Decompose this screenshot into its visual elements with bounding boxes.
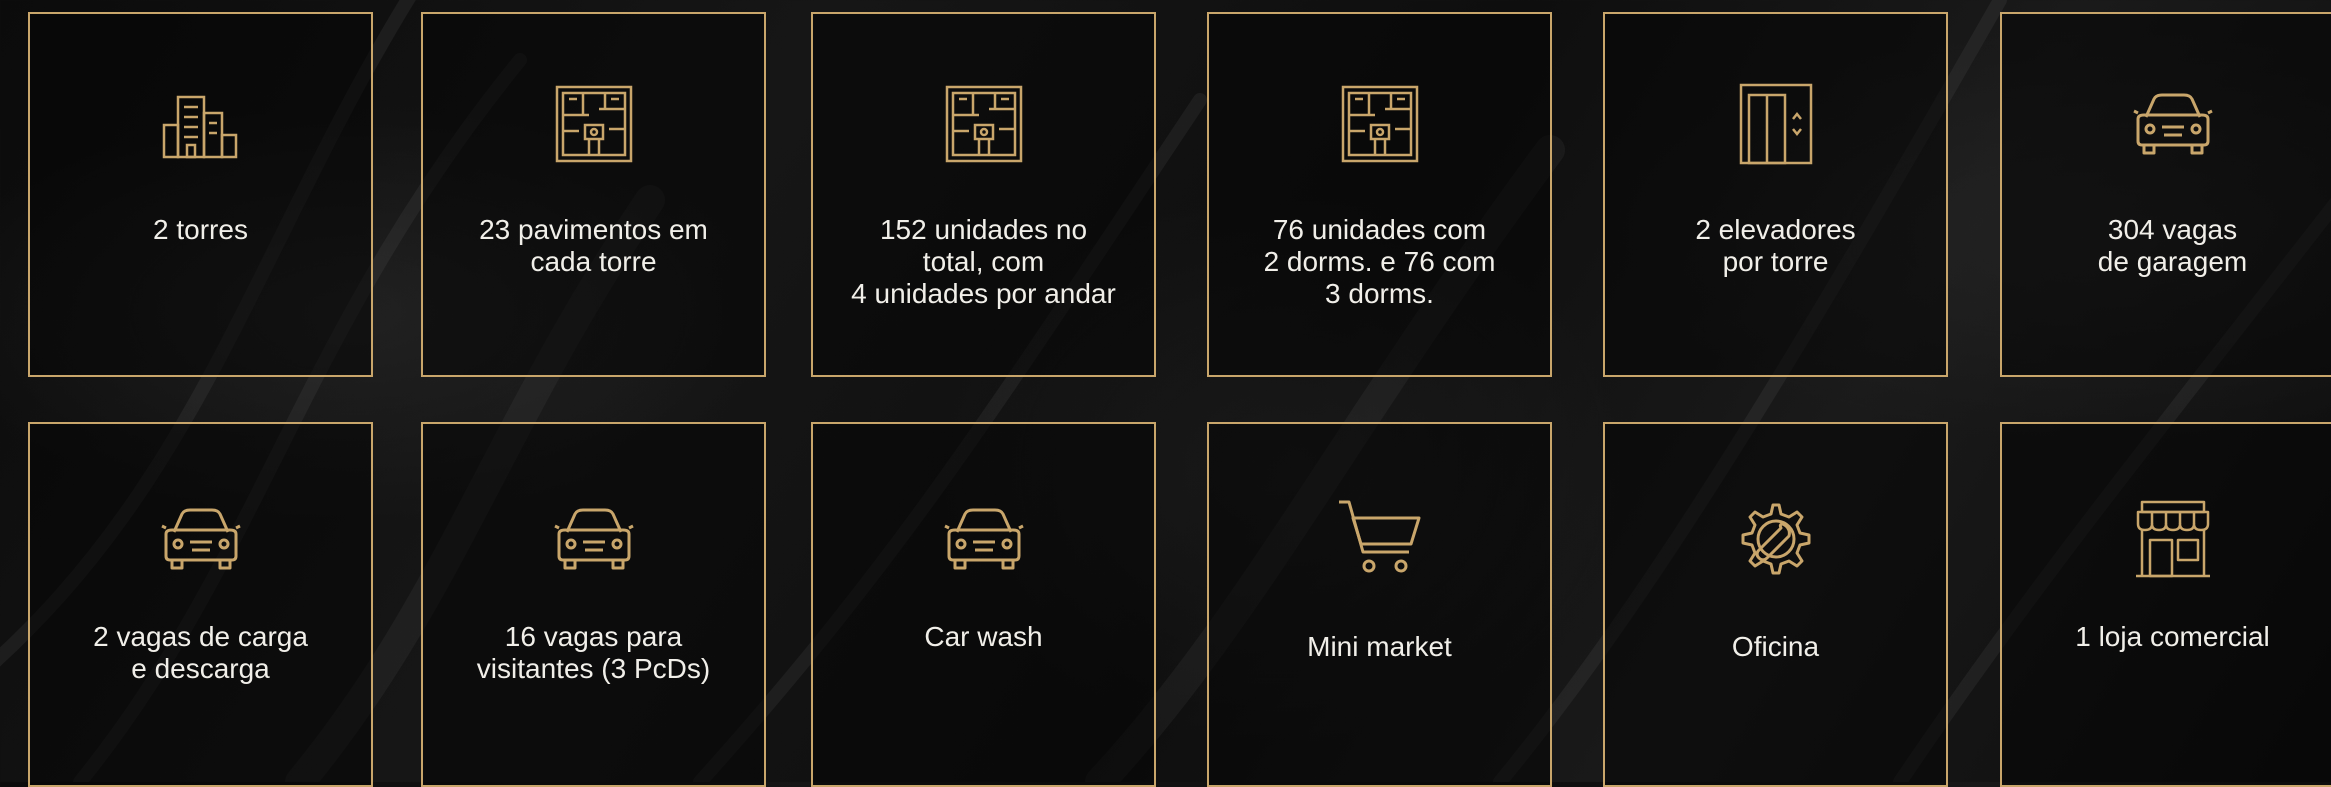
floor-plan-icon <box>1335 79 1425 169</box>
feature-card: 16 vagas para visitantes (3 PcDs) <box>421 422 766 787</box>
gear-wrench-icon <box>1731 494 1821 584</box>
feature-label: Oficina <box>1731 631 1820 662</box>
car-icon <box>2128 79 2218 169</box>
feature-label: 16 vagas para visitantes (3 PcDs) <box>476 621 711 684</box>
shopping-cart-icon <box>1335 494 1425 584</box>
buildings-icon <box>156 79 246 169</box>
feature-label: 2 elevadores por torre <box>1695 214 1856 277</box>
feature-card: 304 vagas de garagem <box>2000 12 2331 377</box>
feature-card: 76 unidades com 2 dorms. e 76 com 3 dorm… <box>1207 12 1552 377</box>
feature-label: 76 unidades com 2 dorms. e 76 com 3 dorm… <box>1263 214 1496 309</box>
floor-plan-icon <box>549 79 639 169</box>
feature-label: Car wash <box>924 621 1043 652</box>
features-grid: 2 torres 23 pavimentos em cada torre 152… <box>0 0 2331 787</box>
feature-label: Mini market <box>1307 631 1452 662</box>
feature-card: Car wash <box>811 422 1156 787</box>
feature-label: 1 loja comercial <box>2075 621 2270 652</box>
feature-label: 23 pavimentos em cada torre <box>479 214 708 277</box>
feature-card: 2 elevadores por torre <box>1603 12 1948 377</box>
car-icon <box>156 494 246 584</box>
feature-label: 304 vagas de garagem <box>2097 214 2248 277</box>
car-icon <box>939 494 1029 584</box>
feature-card: Mini market <box>1207 422 1552 787</box>
storefront-icon <box>2128 494 2218 584</box>
floor-plan-icon <box>939 79 1029 169</box>
feature-label: 2 vagas de carga e descarga <box>93 621 308 684</box>
feature-label: 152 unidades no total, com 4 unidades po… <box>851 214 1116 309</box>
feature-card: 23 pavimentos em cada torre <box>421 12 766 377</box>
feature-card: 152 unidades no total, com 4 unidades po… <box>811 12 1156 377</box>
feature-card: 1 loja comercial <box>2000 422 2331 787</box>
feature-label: 2 torres <box>153 214 248 245</box>
feature-card: Oficina <box>1603 422 1948 787</box>
feature-card: 2 vagas de carga e descarga <box>28 422 373 787</box>
elevator-icon <box>1731 79 1821 169</box>
car-icon <box>549 494 639 584</box>
feature-card: 2 torres <box>28 12 373 377</box>
